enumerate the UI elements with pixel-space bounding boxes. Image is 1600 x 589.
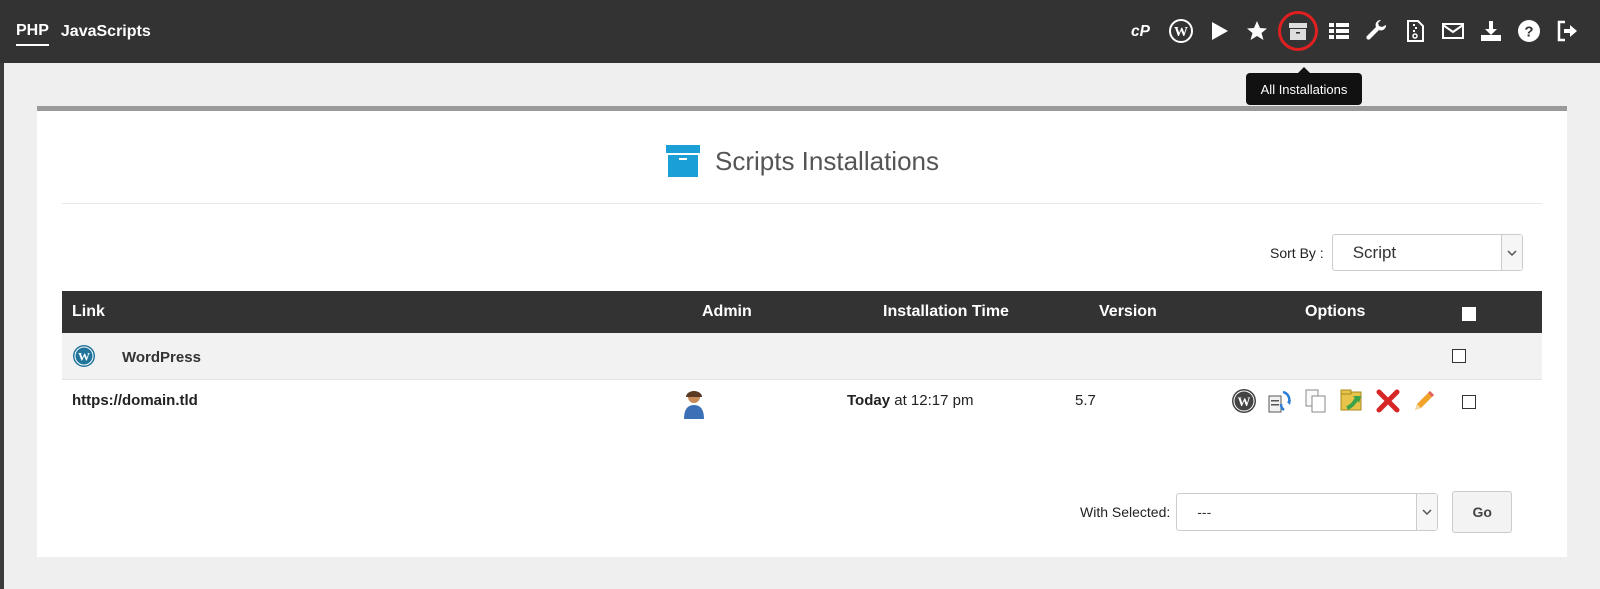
svg-text:W: W (1174, 25, 1188, 40)
row-checkbox[interactable] (1462, 395, 1476, 409)
top-navbar: PHP JavaScripts cP W ? (0, 0, 1600, 63)
sort-by: Sort By : Script (1270, 234, 1523, 271)
sort-by-select[interactable]: Script (1331, 234, 1523, 271)
table-header: Link Admin Installation Time Version Opt… (62, 291, 1542, 333)
installations-panel: Scripts Installations Sort By : Script L… (37, 106, 1567, 557)
admin-user-icon[interactable] (682, 389, 706, 424)
header-installation-time: Installation Time (883, 303, 1009, 320)
language-tabs: PHP JavaScripts (16, 0, 151, 63)
with-selected-label: With Selected: (1080, 504, 1171, 520)
select-all-checkbox[interactable] (1462, 307, 1476, 321)
with-selected-value: --- (1197, 504, 1212, 520)
header-admin: Admin (702, 303, 752, 320)
time-clock: at 12:17 pm (890, 392, 974, 409)
copy-icon[interactable] (1302, 386, 1330, 416)
wordpress-icon[interactable]: W (1168, 17, 1194, 45)
help-icon[interactable]: ? (1516, 17, 1542, 45)
mail-icon[interactable] (1440, 17, 1466, 45)
chevron-down-icon (1416, 494, 1438, 530)
archive-icon (1289, 23, 1307, 40)
page-title: Scripts Installations (715, 145, 939, 176)
script-group-name: WordPress (122, 349, 201, 366)
header-version: Version (1099, 303, 1157, 320)
version-value: 5.7 (1075, 392, 1096, 409)
archive-box-icon (665, 143, 701, 179)
star-icon[interactable] (1244, 17, 1270, 45)
header-options: Options (1305, 303, 1366, 320)
backup-icon[interactable] (1338, 386, 1366, 416)
sort-by-value: Script (1352, 242, 1397, 262)
divider (62, 203, 1542, 204)
edit-pencil-icon[interactable] (1410, 386, 1438, 416)
wordpress-manage-icon[interactable]: W (1230, 386, 1258, 416)
tab-javascripts[interactable]: JavaScripts (61, 23, 151, 45)
toolbar-icons: cP W ? (1130, 11, 1580, 51)
zip-file-icon[interactable] (1402, 17, 1428, 45)
table-row: https://domain.tld Today at 12:17 pm 5.7… (62, 380, 1542, 440)
svg-text:cP: cP (1131, 23, 1151, 40)
group-checkbox[interactable] (1452, 349, 1466, 363)
svg-text:W: W (78, 350, 90, 364)
cpanel-icon[interactable]: cP (1130, 17, 1156, 45)
tooltip: All Installations (1246, 67, 1362, 105)
logout-icon[interactable] (1554, 17, 1580, 45)
list-icon[interactable] (1326, 17, 1352, 45)
all-installations-button[interactable] (1278, 11, 1318, 51)
svg-text:?: ? (1524, 24, 1533, 41)
time-day: Today (847, 392, 891, 409)
tab-php[interactable]: PHP (16, 22, 49, 46)
sort-by-label: Sort By : (1270, 244, 1324, 261)
installation-link[interactable]: https://domain.tld (72, 392, 198, 409)
clone-icon[interactable] (1266, 386, 1294, 416)
chevron-down-icon (1500, 235, 1522, 270)
download-icon[interactable] (1478, 17, 1504, 45)
script-group-row: W WordPress (62, 333, 1542, 380)
delete-icon[interactable] (1374, 386, 1402, 416)
with-selected-select[interactable]: --- (1176, 493, 1439, 531)
header-link: Link (72, 303, 105, 320)
page-header: Scripts Installations (37, 141, 1567, 181)
bulk-actions: With Selected: --- Go (1080, 491, 1513, 533)
wordpress-logo-icon: W (72, 344, 96, 373)
row-options: W (1230, 386, 1438, 416)
go-button[interactable]: Go (1452, 491, 1513, 533)
installation-time: Today at 12:17 pm (847, 392, 973, 409)
svg-text:W: W (1238, 394, 1251, 409)
left-edge (0, 63, 4, 589)
wrench-icon[interactable] (1364, 17, 1390, 45)
play-icon[interactable] (1206, 17, 1232, 45)
